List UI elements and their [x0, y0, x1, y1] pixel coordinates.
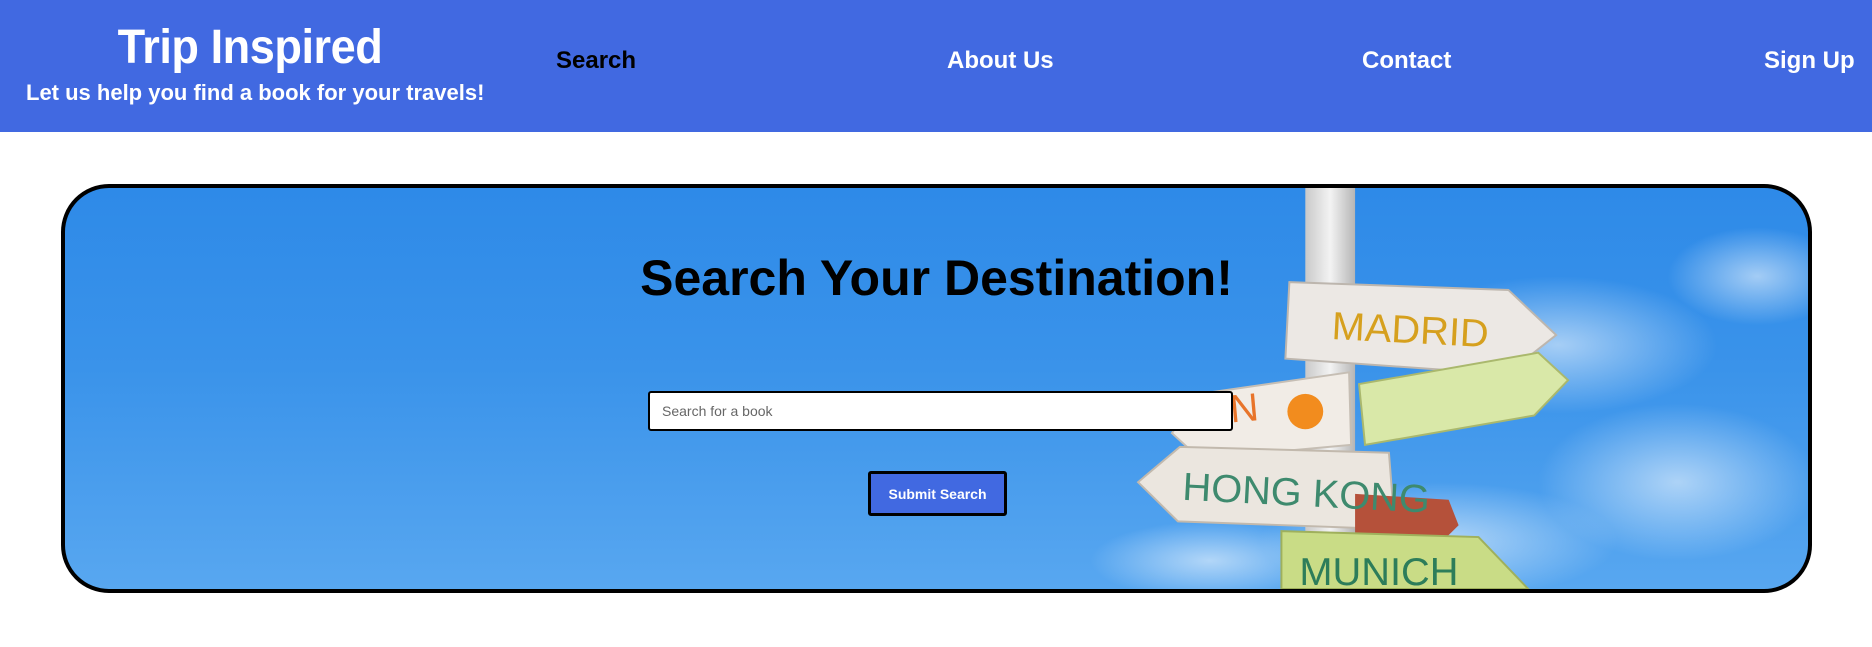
submit-search-button[interactable]: Submit Search: [868, 471, 1007, 516]
site-tagline: Let us help you find a book for your tra…: [26, 80, 485, 105]
sign-munich-text: MUNICH: [1299, 550, 1458, 589]
brand: Trip Inspired Let us help you find a boo…: [26, 22, 485, 106]
nav-link-sign-up[interactable]: Sign Up: [1764, 0, 1855, 122]
book-search-input[interactable]: [648, 391, 1233, 431]
sign-madrid-text: MADRID: [1331, 304, 1490, 356]
hero-title: Search Your Destination!: [640, 250, 1233, 306]
signpost-background-image: MADRID SUN HONG KONG MUNICH: [1090, 188, 1808, 589]
nav-link-about-us[interactable]: About Us: [947, 0, 1054, 122]
top-navigation-bar: Trip Inspired Let us help you find a boo…: [0, 0, 1872, 132]
nav-link-search[interactable]: Search: [556, 0, 636, 122]
search-hero-panel: MADRID SUN HONG KONG MUNICH Search Your …: [61, 184, 1812, 593]
nav-link-contact[interactable]: Contact: [1362, 0, 1451, 122]
site-title[interactable]: Trip Inspired: [39, 22, 460, 74]
